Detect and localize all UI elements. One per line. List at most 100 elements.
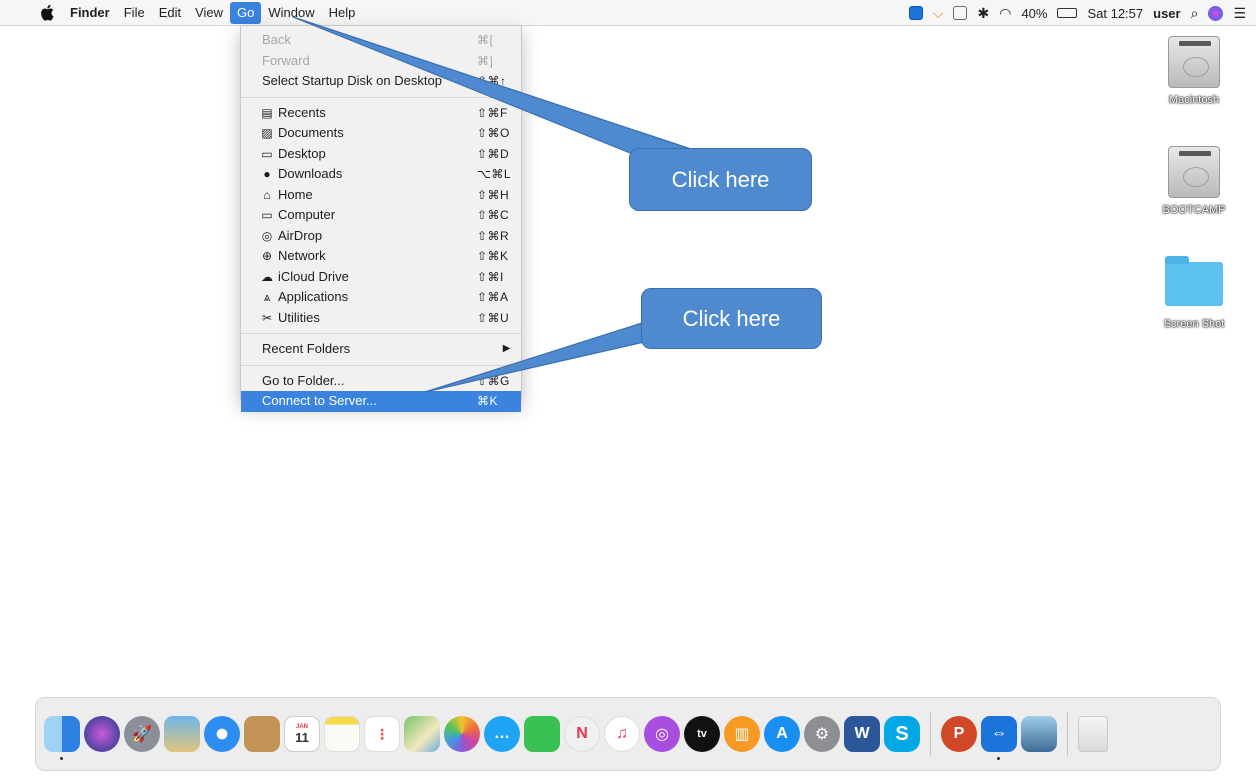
menu-item-label: Forward bbox=[262, 52, 310, 68]
menu-window[interactable]: Window bbox=[261, 2, 321, 24]
menu-shortcut: ⇧⌘C bbox=[477, 208, 510, 222]
menu-item-airdrop[interactable]: ◎ AirDrop ⇧⌘R bbox=[241, 226, 521, 247]
dock-separator bbox=[930, 712, 931, 756]
menu-item-label: Network bbox=[278, 248, 326, 263]
menu-item-label: Documents bbox=[278, 125, 344, 140]
recents-icon: ▤ bbox=[261, 105, 273, 120]
running-indicator bbox=[997, 757, 1000, 760]
apple-menu-icon[interactable] bbox=[40, 4, 54, 21]
notes-icon[interactable] bbox=[324, 716, 360, 752]
menu-item-icloud-drive[interactable]: ☁ iCloud Drive ⇧⌘I bbox=[241, 267, 521, 288]
downloads-icon: ● bbox=[263, 167, 271, 181]
bluetooth-icon[interactable]: ✱ bbox=[977, 0, 989, 26]
notification-center-icon[interactable]: ☰ bbox=[1233, 0, 1246, 26]
calendar-day: 11 bbox=[295, 729, 309, 745]
menu-item-select-startup-disk[interactable]: Select Startup Disk on Desktop ⇧⌘↑ bbox=[241, 71, 521, 92]
preview-icon[interactable] bbox=[1021, 716, 1057, 752]
menu-item-desktop[interactable]: ▭ Desktop ⇧⌘D bbox=[241, 144, 521, 165]
word-icon[interactable]: W bbox=[844, 716, 880, 752]
teamviewer-icon[interactable]: ⇔ bbox=[981, 716, 1017, 760]
hard-drive-icon bbox=[1168, 146, 1220, 198]
menu-help[interactable]: Help bbox=[322, 2, 363, 24]
menu-item-computer[interactable]: ▭ Computer ⇧⌘C bbox=[241, 205, 521, 226]
callout-click-here-connect-server: Click here bbox=[641, 288, 822, 349]
airdrop-icon: ◎ bbox=[261, 228, 273, 243]
menu-finder[interactable]: Finder bbox=[63, 2, 117, 24]
messages-icon[interactable]: … bbox=[484, 716, 520, 752]
desktop-icon-macintosh[interactable]: Macintosh bbox=[1148, 36, 1240, 106]
menu-separator bbox=[241, 364, 521, 366]
skype-icon[interactable]: S bbox=[884, 716, 920, 752]
menu-item-label: Recents bbox=[278, 104, 326, 120]
menu-edit[interactable]: Edit bbox=[152, 2, 188, 24]
music-icon[interactable]: ♫ bbox=[604, 716, 640, 752]
menu-separator bbox=[241, 96, 521, 98]
reminders-icon[interactable]: ⋮ bbox=[364, 716, 400, 752]
siri-icon[interactable] bbox=[1208, 5, 1224, 21]
menu-item-forward[interactable]: Forward ⌘] bbox=[241, 51, 521, 72]
menu-item-recents[interactable]: ▤ Recents ⇧⌘F bbox=[241, 103, 521, 124]
calendar-icon[interactable]: JAN 11 bbox=[284, 716, 320, 752]
facetime-icon[interactable] bbox=[524, 716, 560, 752]
safari-icon[interactable] bbox=[204, 716, 240, 752]
photo-preview-icon[interactable] bbox=[164, 716, 200, 752]
dock: 🚀 JAN 11 ⋮ … N ♫ ◎ tv ▥ A ⚙ W S P ⇔ bbox=[35, 697, 1221, 771]
app-store-icon[interactable]: A bbox=[764, 716, 800, 752]
menu-item-utilities[interactable]: ✂ Utilities ⇧⌘U bbox=[241, 308, 521, 329]
drive-status-icon[interactable] bbox=[953, 6, 968, 20]
computer-icon: ▭ bbox=[261, 208, 273, 222]
menu-shortcut: ⌥⌘L bbox=[476, 167, 511, 181]
menu-go[interactable]: Go bbox=[230, 2, 262, 24]
finder-icon[interactable] bbox=[44, 716, 80, 760]
network-icon: ⊕ bbox=[261, 249, 273, 263]
menu-shortcut: ⇧⌘K bbox=[477, 249, 509, 263]
menu-item-downloads[interactable]: ● Downloads ⌥⌘L bbox=[241, 164, 521, 185]
apple-tv-icon[interactable]: tv bbox=[684, 716, 720, 752]
menu-file[interactable]: File bbox=[117, 2, 152, 24]
menu-item-connect-to-server[interactable]: Connect to Server... ⌘K bbox=[241, 391, 521, 412]
documents-icon: ▨ bbox=[261, 126, 273, 140]
user-menu[interactable]: user bbox=[1153, 6, 1180, 21]
menu-item-home[interactable]: ⌂ Home ⇧⌘H bbox=[241, 185, 521, 206]
teamviewer-status-icon[interactable] bbox=[908, 6, 923, 20]
menu-item-network[interactable]: ⊕ Network ⇧⌘K bbox=[241, 246, 521, 267]
go-menu-dropdown: Back ⌘[ Forward ⌘] Select Startup Disk o… bbox=[240, 26, 522, 412]
system-preferences-icon[interactable]: ⚙ bbox=[804, 716, 840, 752]
maps-icon[interactable] bbox=[404, 716, 440, 752]
clock[interactable]: Sat 12:57 bbox=[1087, 6, 1143, 21]
menu-item-label: Downloads bbox=[278, 166, 343, 181]
menu-shortcut: ⇧⌘R bbox=[477, 228, 510, 243]
photos-icon[interactable] bbox=[444, 716, 480, 752]
callout-click-here-go-menu: Click here bbox=[629, 148, 812, 211]
menu-item-recent-folders[interactable]: Recent Folders ▶ bbox=[241, 339, 521, 360]
menu-item-applications[interactable]: ⩓ Applications ⇧⌘A bbox=[241, 287, 521, 308]
menu-item-go-to-folder[interactable]: Go to Folder... ⇧⌘G bbox=[241, 371, 521, 392]
status-area: ⌵ ✱ ◠ 40% Sat 12:57 user ⌕ ☰ bbox=[908, 0, 1246, 26]
podcasts-icon[interactable]: ◎ bbox=[644, 716, 680, 752]
news-icon[interactable]: N bbox=[564, 716, 600, 752]
menu-item-label: Utilities bbox=[278, 309, 320, 325]
menu-item-label: Go to Folder... bbox=[262, 372, 345, 388]
launchpad-icon[interactable]: 🚀 bbox=[124, 716, 160, 752]
desktop-icon-screen-shot[interactable]: Screen Shot bbox=[1148, 256, 1240, 330]
powerpoint-icon[interactable]: P bbox=[941, 716, 977, 752]
contacts-icon[interactable] bbox=[244, 716, 280, 752]
spotlight-search-icon[interactable]: ⌕ bbox=[1191, 0, 1199, 26]
trash-icon[interactable] bbox=[1078, 716, 1108, 752]
menu-item-label: iCloud Drive bbox=[278, 268, 349, 284]
menu-shortcut: ⇧⌘↑ bbox=[477, 74, 507, 88]
books-icon[interactable]: ▥ bbox=[724, 716, 760, 752]
menu-item-documents[interactable]: ▨ Documents ⇧⌘O bbox=[241, 123, 521, 144]
menu-shortcut: ⇧⌘F bbox=[477, 105, 508, 120]
desktop-icon-bootcamp[interactable]: BOOTCAMP bbox=[1148, 146, 1240, 216]
wifi-icon[interactable]: ◠ bbox=[999, 0, 1011, 26]
icloud-icon: ☁ bbox=[261, 269, 273, 284]
menu-shortcut: ⇧⌘G bbox=[477, 373, 510, 388]
menu-item-label: Home bbox=[278, 186, 313, 202]
antivirus-status-icon[interactable]: ⌵ bbox=[933, 0, 944, 26]
siri-icon[interactable] bbox=[84, 716, 120, 752]
menu-item-back[interactable]: Back ⌘[ bbox=[241, 30, 521, 51]
menu-shortcut: ⇧⌘O bbox=[477, 126, 510, 140]
battery-icon[interactable] bbox=[1057, 8, 1078, 18]
menu-view[interactable]: View bbox=[188, 2, 230, 24]
